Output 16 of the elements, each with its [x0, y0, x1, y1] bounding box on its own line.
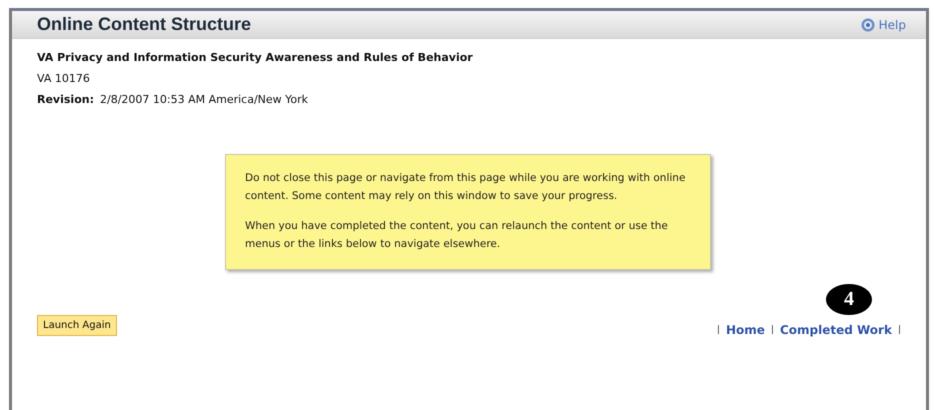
nav-link[interactable]: Completed Work: [780, 323, 892, 337]
course-code: VA 10176: [37, 72, 91, 85]
launch-again-button[interactable]: Launch Again: [37, 315, 117, 336]
notice-text: Do not close this page or navigate from this page while you are working with online content. Some content may rely on this window to save your progress.: [245, 171, 686, 204]
notice-text: When you have completed the content, you can relaunch the content or use the menus or the links below to navigate elsewhere.: [245, 219, 669, 252]
separator: |: [898, 325, 901, 335]
nav-link[interactable]: Home: [726, 323, 765, 337]
revision-label: Revision:: [37, 93, 94, 106]
course-title: VA Privacy and Information Security Awareness and Rules of Behavior: [37, 51, 474, 64]
separator: |: [770, 325, 774, 335]
page-title: Online Content Structure: [37, 14, 252, 35]
help-icon: [860, 18, 875, 32]
callout-badge: 4: [826, 284, 872, 315]
revision-date: 2/8/2007 10:53 AM America/New York: [100, 93, 308, 106]
help-link[interactable]: Help: [860, 18, 906, 32]
separator: |: [716, 325, 720, 335]
